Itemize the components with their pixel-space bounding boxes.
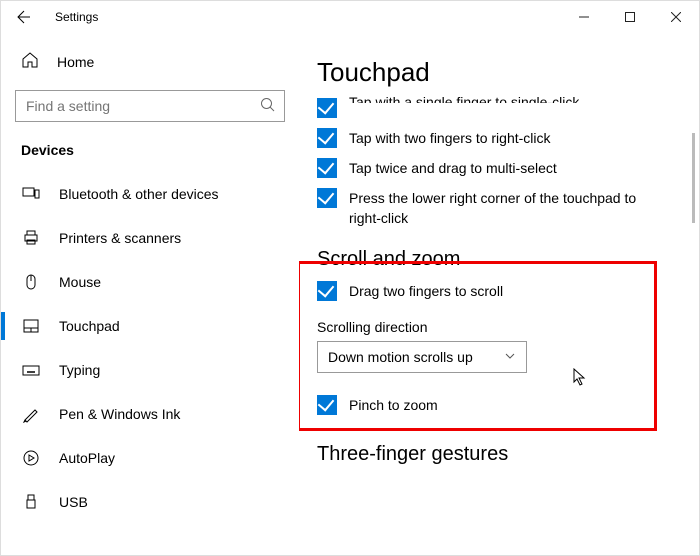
- titlebar: Settings: [1, 1, 699, 33]
- nav-label: Printers & scanners: [59, 230, 181, 246]
- nav-printers[interactable]: Printers & scanners: [1, 216, 299, 260]
- nav-label: Touchpad: [59, 318, 120, 334]
- nav-usb[interactable]: USB: [1, 480, 299, 524]
- nav-mouse[interactable]: Mouse: [1, 260, 299, 304]
- nav-label: Bluetooth & other devices: [59, 186, 219, 202]
- mouse-icon: [21, 272, 41, 292]
- nav-bluetooth[interactable]: Bluetooth & other devices: [1, 172, 299, 216]
- check-lower-right[interactable]: Press the lower right corner of the touc…: [317, 188, 669, 228]
- section-scroll-zoom: Scroll and zoom: [317, 248, 669, 271]
- minimize-icon: [579, 12, 589, 22]
- check-tap-two-right[interactable]: Tap with two fingers to right-click: [317, 128, 669, 148]
- scroll-direction-dropdown[interactable]: Down motion scrolls up: [317, 341, 527, 373]
- printer-icon: [21, 228, 41, 248]
- checkbox[interactable]: [317, 158, 337, 178]
- close-icon: [671, 12, 681, 22]
- pen-icon: [21, 404, 41, 424]
- autoplay-icon: [21, 448, 41, 468]
- nav-typing[interactable]: Typing: [1, 348, 299, 392]
- checkbox[interactable]: [317, 281, 337, 301]
- home-nav[interactable]: Home: [1, 51, 299, 90]
- group-title: Devices: [1, 142, 299, 172]
- back-arrow-icon: [15, 9, 31, 25]
- nav-label: Typing: [59, 362, 100, 378]
- check-label: Pinch to zoom: [349, 395, 438, 415]
- checkbox[interactable]: [317, 188, 337, 208]
- check-drag-scroll[interactable]: Drag two fingers to scroll: [317, 281, 669, 301]
- home-icon: [21, 51, 39, 72]
- sidebar: Home Devices Bluetooth & other devices P…: [1, 33, 299, 555]
- window-controls: [561, 1, 699, 33]
- check-label: Press the lower right corner of the touc…: [349, 188, 669, 228]
- nav-label: USB: [59, 494, 88, 510]
- maximize-icon: [625, 12, 635, 22]
- nav-touchpad[interactable]: Touchpad: [1, 304, 299, 348]
- search-box[interactable]: [15, 90, 285, 122]
- scrollbar[interactable]: [692, 133, 695, 223]
- back-button[interactable]: [9, 3, 37, 31]
- check-label: Tap with two fingers to right-click: [349, 128, 551, 148]
- dropdown-value: Down motion scrolls up: [328, 349, 498, 365]
- checkbox[interactable]: [317, 395, 337, 415]
- minimize-button[interactable]: [561, 1, 607, 33]
- content-pane: Touchpad Tap with a single finger to sin…: [299, 33, 699, 555]
- usb-icon: [21, 492, 41, 512]
- keyboard-icon: [21, 360, 41, 380]
- check-label: Tap twice and drag to multi-select: [349, 158, 557, 178]
- nav-label: Mouse: [59, 274, 101, 290]
- maximize-button[interactable]: [607, 1, 653, 33]
- chevron-down-icon: [504, 349, 516, 365]
- check-tap-twice-drag[interactable]: Tap twice and drag to multi-select: [317, 158, 669, 178]
- check-tap-single[interactable]: Tap with a single finger to single-click: [317, 98, 669, 118]
- nav-pen[interactable]: Pen & Windows Ink: [1, 392, 299, 436]
- touchpad-icon: [21, 316, 41, 336]
- section-three-finger: Three-finger gestures: [317, 443, 669, 466]
- nav-label: AutoPlay: [59, 450, 115, 466]
- check-pinch-zoom[interactable]: Pinch to zoom: [317, 395, 669, 415]
- home-label: Home: [57, 54, 94, 70]
- checkbox[interactable]: [317, 98, 337, 118]
- scroll-direction-label: Scrolling direction: [317, 319, 669, 335]
- page-title: Touchpad: [317, 57, 669, 88]
- check-label: Drag two fingers to scroll: [349, 281, 503, 301]
- mouse-cursor-icon: [573, 368, 587, 389]
- close-button[interactable]: [653, 1, 699, 33]
- search-icon: [259, 96, 277, 117]
- nav-label: Pen & Windows Ink: [59, 406, 180, 422]
- check-label: Tap with a single finger to single-click: [349, 92, 579, 103]
- window-title: Settings: [55, 10, 98, 24]
- devices-icon: [21, 184, 41, 204]
- search-input[interactable]: [15, 90, 285, 122]
- nav-autoplay[interactable]: AutoPlay: [1, 436, 299, 480]
- checkbox[interactable]: [317, 128, 337, 148]
